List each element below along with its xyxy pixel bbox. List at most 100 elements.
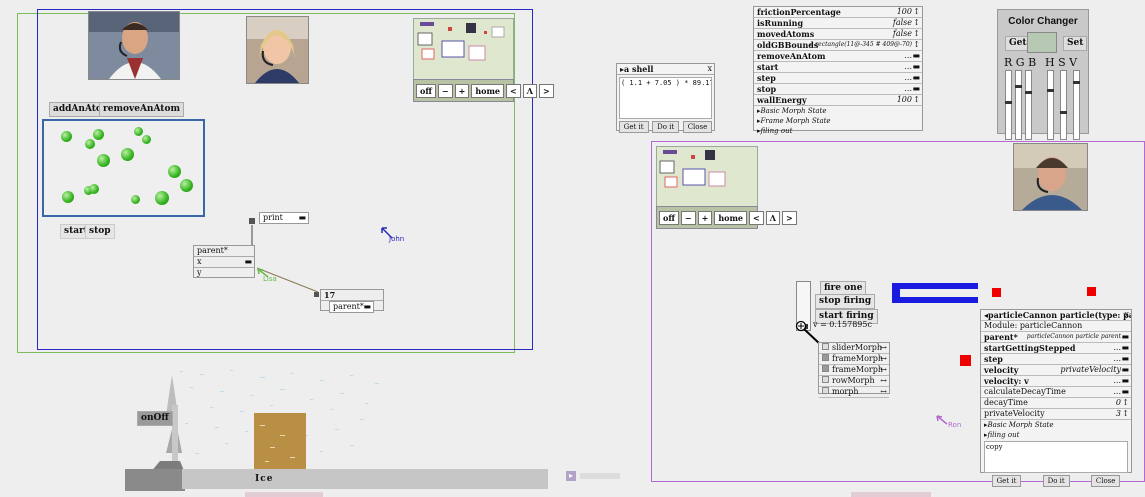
morph-item-label[interactable]: frameMorph — [832, 354, 883, 363]
color-changer[interactable]: Color Changer Get Set R G B H S V — [997, 9, 1089, 140]
pan-left-button[interactable]: < — [749, 210, 764, 225]
slot-start-getting-stepped[interactable]: startGettingStepped — [984, 343, 1076, 353]
magnifier-icon[interactable] — [795, 320, 822, 346]
green-slider[interactable] — [1015, 70, 1022, 140]
lisa-cursor-label: Lisa — [263, 275, 277, 283]
rgb-labels: R G B — [1004, 56, 1037, 69]
off-button[interactable]: off — [659, 210, 679, 225]
pan-up-button[interactable]: Λ — [522, 83, 537, 98]
slot-is-running[interactable]: isRunning — [757, 18, 803, 28]
morph-item-checkbox[interactable] — [822, 343, 829, 350]
scroll-arrow-icon[interactable]: ▸ — [566, 471, 576, 481]
value-slider[interactable] — [1073, 70, 1080, 140]
particle-inspector[interactable]: ◂particleCannon particle(type: particle)… — [980, 309, 1132, 487]
zoom-in-button[interactable]: + — [697, 210, 713, 225]
slot-value: ... — [1113, 376, 1121, 385]
morph-item-label[interactable]: frameMorph — [832, 365, 883, 374]
scrollbar-track[interactable] — [580, 473, 620, 479]
bottom-tab[interactable] — [851, 492, 931, 497]
slot-velocity[interactable]: velocity — [984, 365, 1018, 375]
set-color-button[interactable]: Set — [1063, 36, 1088, 51]
saturation-slider[interactable] — [1060, 70, 1067, 140]
john-cursor-label: John — [389, 235, 405, 243]
section-frame-morph-state[interactable]: Frame Morph State — [761, 117, 831, 125]
home-button[interactable]: home — [714, 210, 748, 225]
world-nav-bar: off − + home < Λ > — [656, 206, 797, 229]
morph-list[interactable]: sliderMorph ↔ frameMorph ↔ frameMorph ↔ row… — [818, 342, 890, 398]
section-basic-morph-state[interactable]: Basic Morph State — [988, 421, 1054, 429]
morph-item-checkbox[interactable] — [822, 354, 829, 361]
slot-value: 3 — [1115, 409, 1121, 418]
particle[interactable] — [960, 355, 971, 366]
do-it-button[interactable]: Do it — [1042, 475, 1070, 487]
slot-value: 0 — [1115, 398, 1121, 407]
slot-value: ... — [1113, 387, 1121, 396]
section-filing-out[interactable]: filing out — [988, 431, 1020, 439]
pan-right-button[interactable]: > — [538, 83, 554, 98]
slot-parent[interactable]: parent* — [984, 332, 1018, 342]
slot-module: Module: particleCannon — [984, 321, 1083, 330]
evaluator-text-area[interactable]: copy — [984, 441, 1128, 473]
color-changer-title: Color Changer — [1008, 16, 1078, 27]
ice-label: Ice — [255, 474, 274, 484]
morph-item-checkbox[interactable] — [822, 387, 829, 394]
zoom-out-button[interactable]: − — [680, 210, 696, 225]
shell-title: a shell — [624, 64, 654, 74]
slot-decay-time[interactable]: decayTime — [984, 398, 1028, 407]
world-minimap[interactable] — [656, 146, 758, 209]
close-button[interactable]: Close — [682, 121, 713, 133]
slot-value: false — [892, 18, 912, 27]
do-it-button[interactable]: Do it — [652, 121, 680, 133]
morph-item-checkbox[interactable] — [822, 376, 829, 383]
onoff-button[interactable]: onOff — [137, 411, 173, 426]
close-button[interactable]: Close — [1090, 475, 1121, 487]
bottom-tab[interactable] — [245, 492, 323, 497]
hue-slider[interactable] — [1047, 70, 1054, 140]
morph-item-label[interactable]: rowMorph — [832, 376, 875, 385]
slot-wall-energy[interactable]: wallEnergy — [757, 95, 807, 105]
close-icon[interactable]: x — [707, 64, 712, 74]
slot-value: ... — [904, 73, 912, 82]
slot-start[interactable]: start — [757, 62, 778, 72]
avatar-man-headset-2 — [1013, 143, 1088, 211]
slot-step[interactable]: step — [757, 73, 776, 83]
stop-firing-button[interactable]: stop firing — [815, 294, 876, 309]
particle[interactable] — [992, 288, 1001, 297]
pan-up-button[interactable]: Λ — [765, 210, 780, 225]
slot-calculate-decay-time[interactable]: calculateDecayTime — [984, 387, 1066, 396]
slot-value: 100 — [896, 95, 912, 104]
particle-cannon[interactable] — [892, 283, 982, 305]
morph-item-label[interactable]: sliderMorph — [832, 343, 882, 352]
get-it-button[interactable]: Get it — [618, 121, 649, 133]
slot-private-velocity[interactable]: privateVelocity — [984, 409, 1045, 418]
morph-item-checkbox[interactable] — [822, 365, 829, 372]
close-icon[interactable]: x — [1124, 310, 1129, 320]
hsv-labels: H S V — [1045, 56, 1078, 69]
slot-step[interactable]: step — [984, 354, 1003, 364]
morph-item-label[interactable]: morph — [832, 387, 859, 396]
pan-right-button[interactable]: > — [781, 210, 797, 225]
slot-value: a rectangle(11@-345 # 409@-70) — [809, 41, 912, 48]
arrow-lines — [251, 225, 393, 293]
slot-value: ... — [1113, 354, 1121, 363]
object-inspector[interactable]: frictionPercentage 100 ↕ isRunning false ↕ m… — [753, 6, 923, 135]
slot-friction-percentage[interactable]: frictionPercentage — [757, 7, 841, 17]
blue-slider[interactable] — [1025, 70, 1032, 140]
slot-value: privateVelocity — [1060, 365, 1121, 374]
shell-input[interactable]: ( 1.1 + 7.05 ) * 89.177 — [619, 77, 712, 119]
slot-moved-atoms[interactable]: movedAtoms — [757, 29, 814, 39]
section-basic-morph-state[interactable]: Basic Morph State — [761, 107, 827, 115]
slot-value: ... — [904, 62, 912, 71]
particle[interactable] — [1087, 287, 1096, 296]
get-it-button[interactable]: Get it — [991, 475, 1022, 487]
red-slider[interactable] — [1005, 70, 1012, 140]
particle-inspector-title: particleCannon particle(type: particle) — [988, 310, 1131, 320]
slot-remove-an-atom[interactable]: removeAnAtom — [757, 51, 825, 61]
slot-velocity-setter[interactable]: velocity: v — [984, 376, 1029, 386]
slot-stop[interactable]: stop — [757, 84, 776, 94]
slot-value: particleCannon particle parent — [1026, 333, 1121, 340]
shell-window[interactable]: ▸a shell x ( 1.1 + 7.05 ) * 89.177 Get i… — [616, 63, 715, 133]
slot-value: 100 — [896, 7, 912, 16]
section-filing-out[interactable]: filing out — [761, 127, 793, 135]
slot-value: ... — [904, 84, 912, 93]
